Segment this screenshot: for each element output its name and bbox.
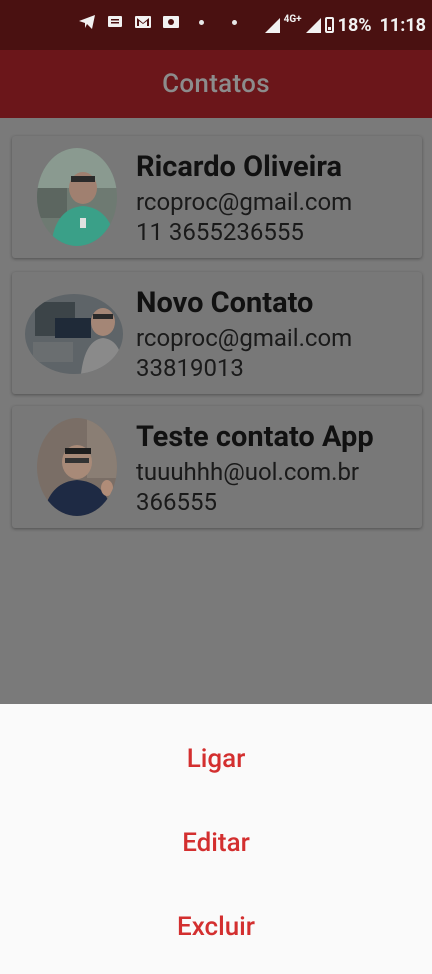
dot-icon [232,19,237,25]
battery-icon [324,17,334,33]
delete-button[interactable]: Excluir [0,912,432,942]
app-bar: Contatos [0,50,432,118]
photo-icon [162,13,180,31]
edit-button[interactable]: Editar [0,828,432,858]
contact-phone: 11 3655236555 [136,218,304,246]
signal-icon [305,17,321,33]
status-right: 4G+ 18% 11:18 [264,13,426,36]
contact-card[interactable]: Novo Contato rcoproc@gmail.com 33819013 [12,272,422,394]
contact-avatar [37,418,117,516]
signal-icon [264,17,280,33]
contact-avatar [25,294,123,374]
contact-card[interactable]: Ricardo Oliveira rcoproc@gmail.com 11 36… [12,136,422,258]
contact-card[interactable]: Teste contato App tuuuhhh@uol.com.br 366… [12,406,422,528]
contact-name: Novo Contato [136,286,314,320]
page-title: Contatos [162,69,270,99]
gmail-icon [134,13,152,31]
contact-email: rcoproc@gmail.com [136,188,353,216]
notification-icons [78,13,246,31]
call-button[interactable]: Ligar [0,744,432,774]
contact-name: Teste contato App [136,420,374,454]
contact-email: rcoproc@gmail.com [136,324,353,352]
message-icon [106,13,124,31]
contact-phone: 33819013 [136,354,244,382]
contact-avatar [37,148,117,246]
contact-name: Ricardo Oliveira [136,150,342,184]
contact-email: tuuuhhh@uol.com.br [136,458,360,486]
clock: 11:18 [379,14,426,36]
telegram-icon [78,13,96,31]
dot-icon [199,19,204,25]
battery-percent: 18% [337,14,372,36]
contact-phone: 366555 [136,488,217,516]
status-bar: 4G+ 18% 11:18 [0,0,432,50]
network-type: 4G+ [283,13,302,25]
action-bottom-sheet: Ligar Editar Excluir [0,704,432,974]
